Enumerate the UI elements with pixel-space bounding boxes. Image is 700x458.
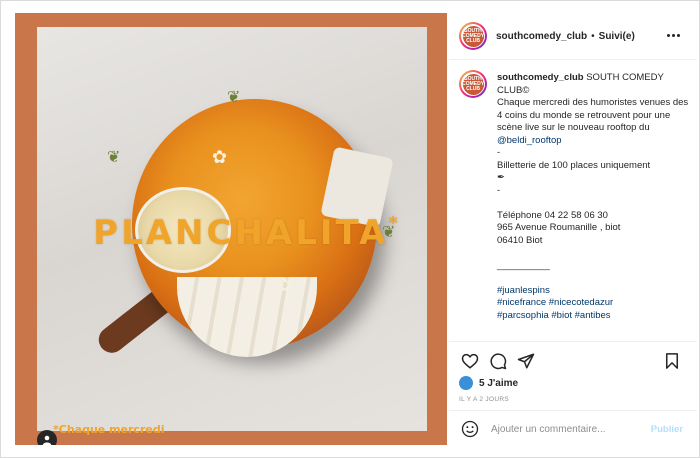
- avatar-logo: SOUTH COMEDY CLUB: [462, 73, 484, 95]
- likes-count[interactable]: 5 J'aime: [479, 378, 518, 389]
- caption-divider: __________: [497, 259, 550, 271]
- post-timestamp[interactable]: IL Y A 2 JOURS: [459, 396, 509, 403]
- user-tag-icon[interactable]: [37, 430, 57, 445]
- post-media[interactable]: ✿ ✿ ❦ ❦ ❦ PLANCHALITA* *Chaque mercredi: [15, 13, 447, 445]
- herb-decoration: ❦: [227, 89, 241, 106]
- avatar-logo: SOUTH COMEDY CLUB: [462, 25, 484, 47]
- flower-decoration: ✿: [277, 275, 293, 295]
- post-actions: 5 J'aime IL Y A 2 JOURS Publier: [449, 341, 697, 446]
- post-side-panel: SOUTH COMEDY CLUB southcomedy_club • Sui…: [449, 13, 697, 445]
- cheese-wedges: [177, 277, 317, 357]
- hashtag-line[interactable]: #parcsophia #biot #antibes: [497, 310, 693, 323]
- comment-icon[interactable]: [489, 352, 507, 370]
- pen-emoji: ✒: [497, 172, 505, 183]
- herb-decoration: ❦: [107, 149, 121, 166]
- overlay-title: PLANCHALITA*: [57, 213, 437, 253]
- flower-decoration: ✿: [212, 147, 228, 167]
- header-separator: •: [591, 30, 595, 42]
- caption-username[interactable]: southcomedy_club: [497, 72, 584, 83]
- mention-link[interactable]: @beldi_rooftop: [497, 135, 562, 146]
- avatar[interactable]: SOUTH COMEDY CLUB: [459, 70, 487, 98]
- caption-text: southcomedy_club SOUTH COMEDY CLUB© Chaq…: [497, 72, 693, 322]
- avatar[interactable]: SOUTH COMEDY CLUB: [459, 22, 487, 50]
- overlay-star: *: [388, 213, 401, 234]
- overlay-caption: *Chaque mercredi: [53, 423, 165, 436]
- emoji-icon[interactable]: [461, 420, 479, 438]
- more-icon[interactable]: [667, 28, 683, 42]
- caption-line: Billetterie de 100 places uniquement: [497, 159, 651, 171]
- publish-button[interactable]: Publier: [651, 424, 683, 435]
- comment-input[interactable]: [489, 422, 643, 436]
- caption-phone: Téléphone 04 22 58 06 30: [497, 209, 608, 221]
- hashtag-line[interactable]: #nicefrance #nicecotedazur: [497, 297, 693, 310]
- hashtag-line[interactable]: #juanlespins: [497, 285, 693, 298]
- caption-area: SOUTH COMEDY CLUB southcomedy_club SOUTH…: [449, 60, 697, 348]
- caption-address: 965 Avenue Roumanille , biot: [497, 222, 621, 233]
- caption-line: -: [497, 147, 501, 158]
- comment-bar: Publier: [449, 410, 697, 447]
- caption-line: Chaque mercredi des humoristes venues de…: [497, 97, 693, 147]
- liker-avatar: [459, 376, 473, 390]
- caption-line: -: [497, 184, 501, 196]
- heart-icon[interactable]: [461, 352, 479, 370]
- overlay-title-text: PLANCHALITA: [93, 213, 389, 253]
- post-header: SOUTH COMEDY CLUB southcomedy_club • Sui…: [449, 13, 697, 60]
- header-username[interactable]: southcomedy_club: [496, 31, 587, 42]
- likes-row[interactable]: 5 J'aime: [459, 376, 518, 390]
- instagram-post: ✿ ✿ ❦ ❦ ❦ PLANCHALITA* *Chaque mercredi …: [0, 0, 700, 458]
- follow-status-button[interactable]: Suivi(e): [599, 31, 635, 42]
- caption-city: 06410 Biot: [497, 234, 543, 246]
- share-icon[interactable]: [517, 352, 535, 370]
- caption-text-body: Chaque mercredi des humoristes venues de…: [497, 97, 689, 133]
- bookmark-icon[interactable]: [663, 352, 681, 370]
